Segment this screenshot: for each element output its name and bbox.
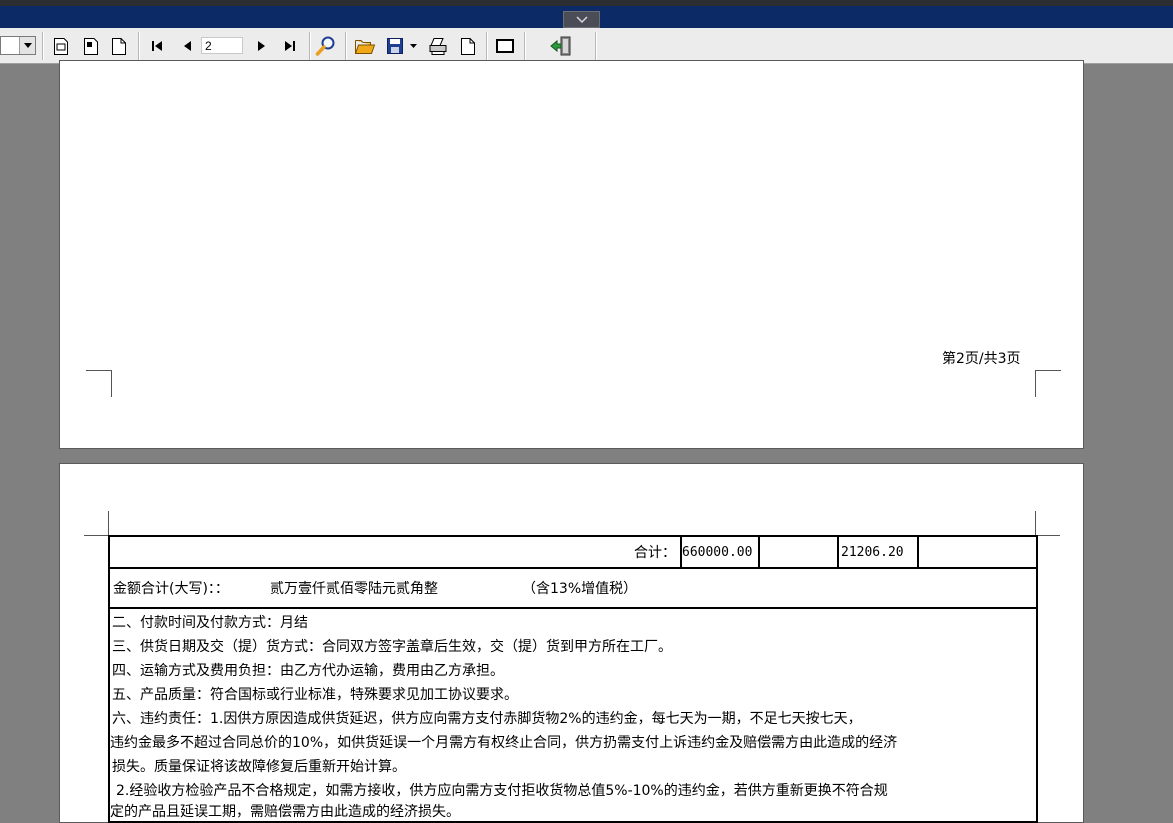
previous-page-button[interactable] — [178, 35, 196, 57]
cell-border — [758, 537, 760, 567]
preview-viewport[interactable]: 第2页/共3页 合计： 660000.00 21206.20 金额合计(大写)：… — [0, 60, 1173, 823]
term-line: 违约金最多不超过合同总价的10%，如供货延误一个月需方有权终止合同，供方扔需支付… — [110, 735, 898, 751]
save-button[interactable] — [384, 35, 406, 57]
previous-page-icon — [184, 41, 191, 51]
first-page-icon — [152, 41, 162, 51]
contract-terms: 二、付款时间及付款方式：月结 三、供货日期及交（提）货方式：合同双方签字盖章后生… — [110, 609, 1036, 821]
save-icon — [387, 38, 403, 54]
amount-words-row: 金额合计(大写)：： 贰万壹仟贰佰零陆元贰角整 （含13%增值税） — [110, 569, 1036, 609]
save-dropdown-icon — [410, 43, 417, 48]
next-page-icon — [258, 41, 265, 51]
dropdown-arrow-icon — [23, 43, 32, 48]
title-bar — [0, 6, 1173, 28]
crop-mark — [86, 370, 112, 397]
single-page-button[interactable] — [458, 35, 478, 57]
last-page-icon — [285, 41, 295, 51]
term-line: 损失。质量保证将该故障修复后重新开始计算。 — [112, 759, 406, 775]
full-screen-icon — [496, 39, 514, 53]
collapse-toolbar-button[interactable] — [563, 11, 600, 28]
toolbar-separator — [42, 32, 43, 60]
tax-note: （含13%增值税） — [522, 581, 638, 597]
term-line: 六、违约责任：1.因供方原因造成供货延迟，供方应向需方支付赤脚货物2%的违约金，… — [112, 711, 862, 727]
next-page-button[interactable] — [253, 35, 271, 57]
last-page-button[interactable] — [280, 35, 300, 57]
amount-words-label: 金额合计(大写)：： — [113, 581, 229, 597]
page-setup-button[interactable] — [51, 35, 71, 57]
crop-mark — [1035, 511, 1036, 535]
toolbar-separator — [595, 32, 596, 60]
page-footer: 第2页/共3页 — [942, 351, 1021, 367]
crop-mark — [1036, 535, 1060, 536]
cell-border — [917, 537, 919, 567]
toolbar-separator — [309, 32, 310, 60]
combo-dropdown-button[interactable] — [19, 37, 35, 54]
total-tax: 21206.20 — [841, 544, 904, 560]
first-page-button[interactable] — [147, 35, 167, 57]
blank-page-button[interactable] — [109, 35, 129, 57]
zoom-icon — [315, 36, 335, 56]
toolbar-separator — [138, 32, 139, 60]
chevron-down-icon — [575, 15, 588, 23]
full-screen-button[interactable] — [493, 35, 517, 57]
single-page-icon — [461, 37, 475, 55]
exit-icon — [550, 36, 571, 56]
exit-button[interactable] — [548, 35, 574, 57]
print-button[interactable] — [426, 35, 450, 57]
total-row: 合计： 660000.00 21206.20 — [110, 537, 1036, 569]
total-amount: 660000.00 — [682, 544, 753, 560]
toolbar-separator — [524, 32, 525, 60]
report-page-2: 第2页/共3页 — [59, 60, 1084, 449]
open-button[interactable] — [353, 35, 377, 57]
preview-toolbar: 2 — [0, 28, 1173, 64]
crop-mark — [1035, 370, 1061, 397]
report-page-3: 合计： 660000.00 21206.20 金额合计(大写)：： 贰万壹仟贰佰… — [59, 463, 1084, 823]
crop-mark — [84, 535, 108, 536]
zoom-combo[interactable] — [0, 36, 36, 55]
term-line: 五、产品质量：符合国标或行业标准，特殊要求见加工协议要求。 — [112, 687, 518, 703]
term-line: 四、运输方式及费用负担：由乙方代办运输，费用由乙方承担。 — [112, 663, 504, 679]
zoom-button[interactable] — [314, 35, 338, 57]
page-setup-icon — [54, 37, 68, 55]
term-line: 2.经验收方检验产品不合格规定，如需方接收，供方应向需方支付拒收货物总值5%-1… — [116, 783, 888, 799]
crop-mark — [108, 511, 109, 535]
page-layout-icon — [84, 37, 98, 55]
open-folder-icon — [354, 40, 376, 54]
cell-border — [837, 537, 839, 567]
page-layout-button[interactable] — [81, 35, 101, 57]
contract-table: 合计： 660000.00 21206.20 金额合计(大写)：： 贰万壹仟贰佰… — [108, 535, 1038, 823]
page-number-input[interactable]: 2 — [201, 37, 243, 54]
total-label: 合计： — [634, 545, 676, 561]
toolbar-separator — [345, 32, 346, 60]
print-icon — [429, 38, 447, 55]
term-line: 定的产品且延误工期，需赔偿需方由此造成的经济损失。 — [110, 804, 460, 820]
save-dropdown-button[interactable] — [407, 35, 421, 57]
toolbar-separator — [486, 32, 487, 60]
term-line: 三、供货日期及交（提）货方式：合同双方签字盖章后生效，交（提）货到甲方所在工厂。 — [112, 639, 672, 655]
blank-page-icon — [112, 37, 126, 55]
term-line: 二、付款时间及付款方式：月结 — [112, 615, 308, 631]
amount-words: 贰万壹仟贰佰零陆元贰角整 — [270, 581, 438, 597]
